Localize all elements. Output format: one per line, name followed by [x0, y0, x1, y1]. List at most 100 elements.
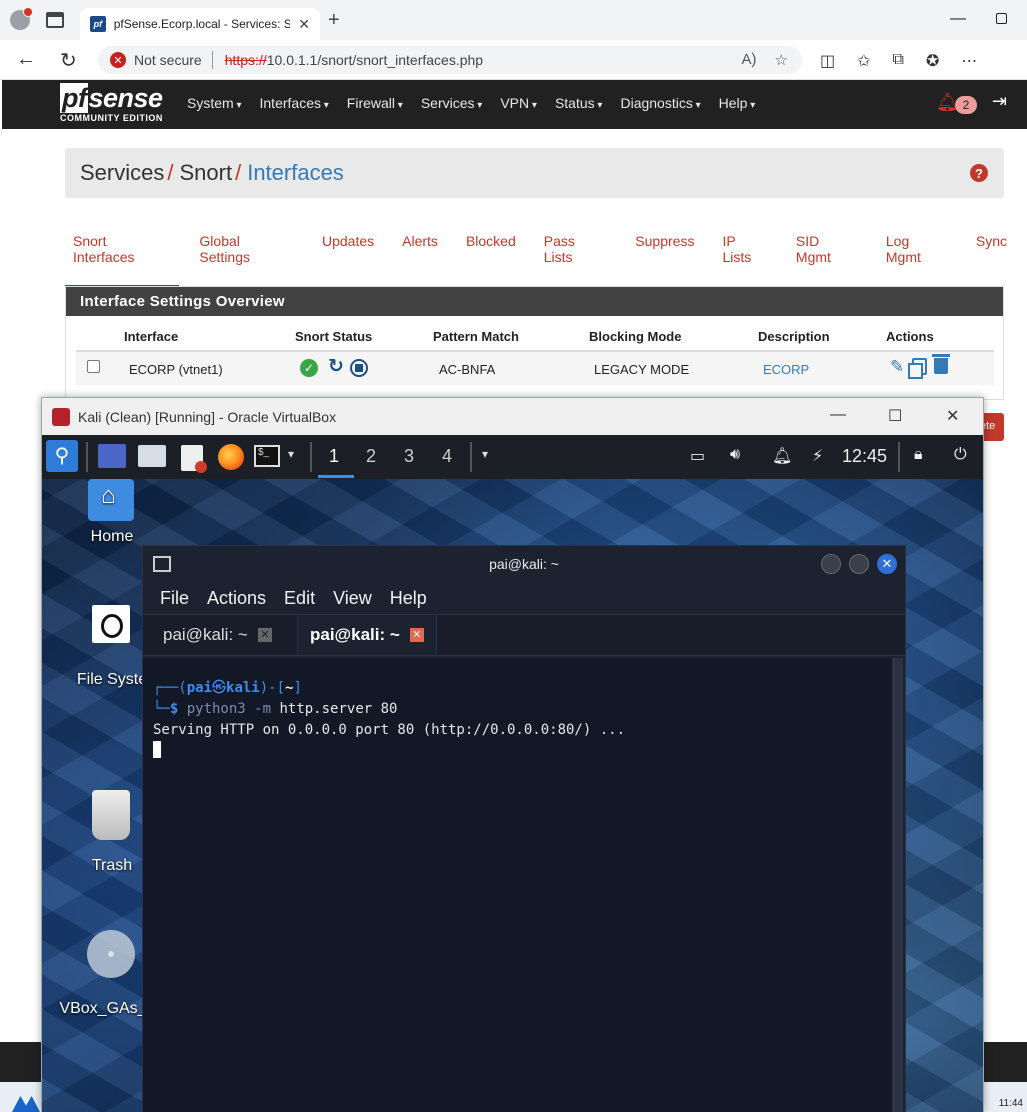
power-battery-icon[interactable]: ⚡	[812, 446, 823, 466]
trash-icon[interactable]	[932, 354, 950, 374]
launcher-dropdown-icon[interactable]: ▾	[288, 447, 294, 461]
desktop-label-vbox-gas[interactable]: VBox_GAs_	[58, 1000, 148, 1018]
read-aloud-icon[interactable]: A)	[742, 51, 757, 69]
menu-help[interactable]: Help	[390, 582, 427, 614]
menu-status[interactable]: Status	[555, 95, 603, 111]
tab-suppress[interactable]: Suppress	[627, 231, 694, 289]
tab-log-mgmt[interactable]: Log Mgmt	[878, 231, 948, 289]
virtualbox-titlebar[interactable]: Kali (Clean) [Running] - Oracle VirtualB…	[42, 398, 983, 435]
menu-services[interactable]: Services	[421, 95, 483, 111]
taskbar-app-icon[interactable]	[12, 1096, 40, 1112]
kali-menu-icon[interactable]: ⚲	[46, 440, 78, 472]
refresh-icon[interactable]: ↻	[60, 48, 77, 73]
tab-snort-interfaces[interactable]: Snort Interfaces	[65, 231, 180, 289]
tab-pass-lists[interactable]: Pass Lists	[536, 231, 608, 289]
terminal-close-icon[interactable]: ✕	[877, 554, 897, 574]
help-icon[interactable]: ?	[970, 164, 988, 182]
file-manager-icon[interactable]	[138, 445, 166, 467]
workspace-3[interactable]: 3	[404, 446, 414, 467]
terminal-launcher-icon[interactable]: $_	[254, 445, 280, 467]
more-menu-icon[interactable]: ⋯	[961, 51, 977, 71]
restart-icon[interactable]: ↻	[328, 355, 344, 378]
terminal-tab-1[interactable]: pai@kali: ~ ✕	[151, 615, 284, 655]
notifications-bell-icon[interactable]: 🔔︎	[772, 446, 792, 466]
terminal-tab-2[interactable]: pai@kali: ~ ✕	[297, 615, 437, 655]
stop-icon[interactable]	[350, 359, 368, 377]
vbox-close-icon[interactable]: ✕	[946, 406, 959, 426]
logout-icon[interactable]: ⇥	[992, 91, 1007, 112]
show-desktop-icon[interactable]	[98, 444, 126, 468]
terminal-minimize-icon[interactable]	[821, 554, 841, 574]
menu-help[interactable]: Help	[719, 95, 756, 111]
home-folder-icon[interactable]	[88, 479, 134, 521]
tab-alerts[interactable]: Alerts	[394, 231, 438, 289]
workspace-dropdown-icon[interactable]: ▾	[482, 447, 488, 461]
logout-session-icon[interactable]: ⏻	[954, 446, 967, 464]
optical-disc-icon[interactable]	[87, 930, 135, 978]
vbox-minimize-icon[interactable]: —	[830, 406, 846, 424]
workspace-2[interactable]: 2	[366, 446, 376, 467]
new-tab-icon[interactable]: +	[328, 10, 340, 30]
trash-icon[interactable]	[92, 790, 130, 840]
terminal-scrollbar[interactable]	[893, 658, 903, 1112]
network-icon[interactable]: ▭	[690, 446, 705, 466]
pfsense-logo[interactable]: pfsense COMMUNITY EDITION	[60, 83, 163, 123]
copy-icon[interactable]	[908, 358, 927, 379]
tab-actions-icon[interactable]	[46, 12, 64, 28]
cell-description-link[interactable]: ECORP	[763, 362, 809, 377]
breadcrumb-services[interactable]: Services	[80, 160, 164, 186]
edit-pencil-icon[interactable]: ✎	[890, 357, 904, 377]
row-select-checkbox[interactable]	[87, 360, 100, 373]
menu-firewall[interactable]: Firewall	[347, 95, 403, 111]
tab-blocked[interactable]: Blocked	[458, 231, 516, 289]
text-editor-icon[interactable]	[181, 445, 207, 473]
menu-actions[interactable]: Actions	[207, 582, 266, 614]
tab-global-settings[interactable]: Global Settings	[191, 231, 294, 289]
kali-clock[interactable]: 12:45	[842, 446, 887, 467]
favorite-star-icon[interactable]: ☆	[775, 51, 788, 69]
profile-avatar[interactable]	[10, 7, 33, 30]
desktop-label-home[interactable]: Home	[67, 528, 157, 546]
tab-sid-mgmt[interactable]: SID Mgmt	[788, 231, 858, 289]
terminal-output[interactable]: ┌──(pai㉿kali)-[~] └─$ python3 -m http.se…	[143, 658, 891, 1112]
tab-sync[interactable]: Sync	[968, 231, 1007, 289]
menu-edit[interactable]: Edit	[284, 582, 315, 614]
extension-icon[interactable]: ✪	[926, 51, 939, 71]
collections-icon[interactable]: ⧉	[893, 51, 904, 71]
vbox-maximize-icon[interactable]: ☐	[888, 406, 902, 426]
window-minimize-icon[interactable]: —	[950, 10, 966, 28]
snort-tabs: Snort Interfaces Global Settings Updates…	[65, 231, 1027, 289]
not-secure-label[interactable]: Not secure	[134, 52, 202, 68]
terminal-maximize-icon[interactable]	[849, 554, 869, 574]
tab-updates[interactable]: Updates	[314, 231, 374, 289]
browser-tab-active[interactable]: pf pfSense.Ecorp.local - Services: Sn ✕	[80, 8, 320, 40]
tab-close-icon[interactable]: ✕	[257, 628, 272, 642]
back-icon[interactable]: ←	[16, 48, 36, 71]
menu-interfaces[interactable]: Interfaces	[260, 95, 329, 111]
breadcrumb-interfaces[interactable]: Interfaces	[247, 160, 344, 186]
notification-count-badge[interactable]: 2	[955, 96, 977, 114]
prompt-line: ┌──(pai㉿kali)-[~]	[153, 680, 302, 696]
lock-icon[interactable]: 🔒︎	[914, 446, 923, 464]
split-screen-icon[interactable]: ◫	[820, 51, 835, 71]
workspace-4[interactable]: 4	[442, 446, 452, 467]
terminal-titlebar[interactable]: pai@kali: ~ ✕	[143, 546, 905, 582]
menu-vpn[interactable]: VPN	[500, 95, 537, 111]
menu-view[interactable]: View	[333, 582, 372, 614]
window-restore-icon[interactable]	[996, 13, 1007, 24]
kali-panel: ⚲ $_ ▾ 1 2 3 4 ▾ ▭ 🔊︎ 🔔︎ ⚡ 12:45 🔒︎ ⏻	[42, 435, 983, 479]
favorites-icon[interactable]: ✩	[857, 51, 870, 71]
workspace-1[interactable]: 1	[329, 446, 339, 467]
tab-ip-lists[interactable]: IP Lists	[714, 231, 767, 289]
tab-close-icon[interactable]: ✕	[298, 16, 310, 33]
address-bar[interactable]: ✕ Not secure https:// 10.0.1.1/snort/sno…	[98, 46, 802, 74]
firefox-icon[interactable]	[218, 444, 244, 470]
menu-system[interactable]: System	[187, 95, 242, 111]
panel-separator	[470, 442, 472, 472]
volume-icon[interactable]: 🔊︎	[730, 446, 740, 464]
menu-diagnostics[interactable]: Diagnostics	[620, 95, 700, 111]
breadcrumb-snort[interactable]: Snort	[179, 160, 232, 186]
tab-close-icon[interactable]: ✕	[409, 628, 424, 642]
filesystem-icon[interactable]	[92, 605, 130, 643]
menu-file[interactable]: File	[160, 582, 189, 614]
